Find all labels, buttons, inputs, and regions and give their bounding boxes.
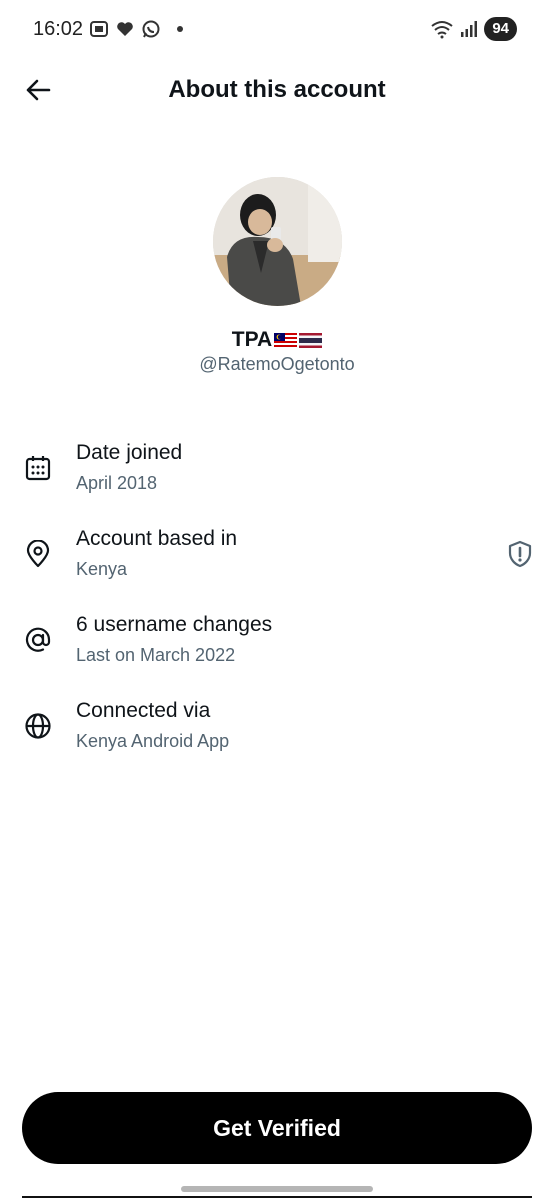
bottom-divider xyxy=(22,1196,532,1198)
username-handle: @RatemoOgetonto xyxy=(199,354,355,374)
info-row-connected-via: Connected via Kenya Android App xyxy=(0,696,554,766)
date-joined-label: Date joined xyxy=(76,441,183,464)
wifi-icon xyxy=(431,21,453,39)
info-row-date-joined: Date joined April 2018 xyxy=(0,438,554,508)
connected-via-label: Connected via xyxy=(76,699,211,722)
status-bar: 16:02 94 xyxy=(0,0,554,60)
thailand-flag-icon xyxy=(299,332,323,348)
username-changes-value: Last on March 2022 xyxy=(76,645,236,665)
status-time: 16:02 xyxy=(33,18,84,40)
more-notifications-dot xyxy=(177,26,183,32)
avatar xyxy=(213,177,342,306)
based-in-value: Kenya xyxy=(76,559,128,579)
whatsapp-icon xyxy=(142,20,160,38)
date-joined-value: April 2018 xyxy=(76,473,158,493)
location-pin-icon xyxy=(23,539,53,569)
at-sign-icon xyxy=(23,625,53,655)
display-name-text: TPA xyxy=(231,328,273,351)
system-icons: 94 xyxy=(430,17,517,41)
malaysia-flag-icon xyxy=(274,332,298,348)
info-row-username-changes: 6 username changes Last on March 2022 xyxy=(0,610,554,680)
heart-icon xyxy=(117,22,133,36)
battery-indicator: 94 xyxy=(484,17,517,41)
connected-via-value: Kenya Android App xyxy=(76,731,230,751)
calendar-icon xyxy=(23,453,53,483)
avatar-photo xyxy=(213,177,342,306)
notification-icons xyxy=(89,19,183,39)
page-title: About this account xyxy=(168,76,386,103)
based-in-label: Account based in xyxy=(76,527,238,550)
globe-icon xyxy=(23,711,53,741)
username-changes-label: 6 username changes xyxy=(76,613,273,636)
get-verified-button[interactable]: Get Verified xyxy=(22,1092,532,1164)
shield-alert-icon[interactable] xyxy=(506,540,534,568)
display-name: TPA xyxy=(0,328,554,352)
signal-icon xyxy=(461,21,478,37)
home-indicator[interactable] xyxy=(181,1186,373,1192)
info-row-based-in: Account based in Kenya xyxy=(0,524,554,594)
header: About this account xyxy=(0,62,554,118)
screenshot-icon xyxy=(90,21,108,37)
